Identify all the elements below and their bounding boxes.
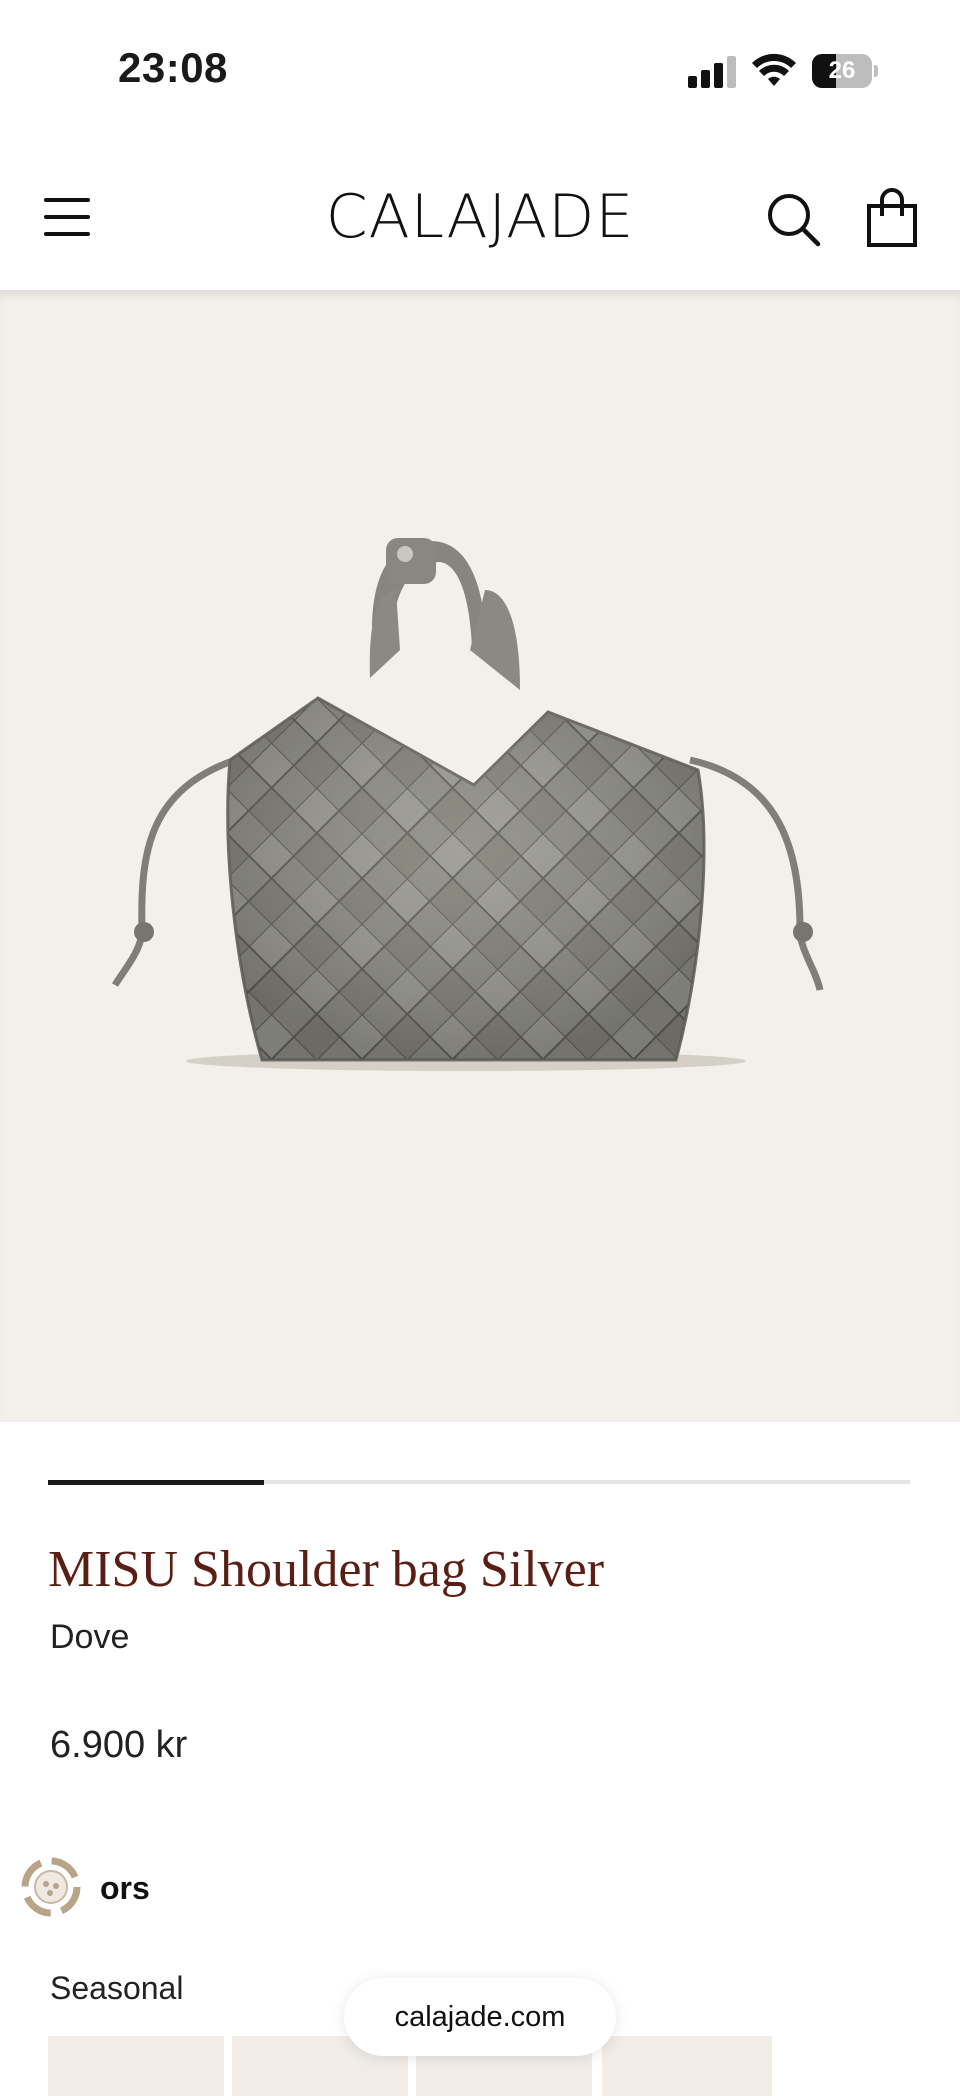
cellular-signal-icon xyxy=(688,56,736,88)
battery-icon: 26 xyxy=(812,54,878,88)
product-color-name: Dove xyxy=(50,1618,130,1656)
seasonal-label: Seasonal xyxy=(50,1970,184,2006)
browser-url-bar[interactable]: calajade.com xyxy=(344,1978,616,2056)
carousel-progress-fill xyxy=(48,1480,264,1485)
seasonal-thumbnail[interactable] xyxy=(602,2036,772,2096)
battery-level: 26 xyxy=(828,57,856,84)
woven-bag-illustration xyxy=(111,538,824,1071)
shopping-bag-icon[interactable] xyxy=(866,188,918,248)
status-bar: 23:08 26 xyxy=(0,0,960,140)
search-icon[interactable] xyxy=(766,192,822,248)
status-time: 23:08 xyxy=(118,44,228,91)
wifi-icon xyxy=(752,53,796,86)
seasonal-thumbnail[interactable] xyxy=(48,2036,224,2096)
product-title: MISU Shoulder bag Silver xyxy=(48,1541,605,1598)
colors-label: ors xyxy=(100,1870,150,1906)
product-price: 6.900 kr xyxy=(50,1724,188,1766)
loading-spinner-icon xyxy=(21,1857,81,1917)
site-header: CALAJADE xyxy=(0,140,960,290)
product-image[interactable] xyxy=(0,290,960,1422)
carousel-progress-bar xyxy=(48,1480,910,1485)
